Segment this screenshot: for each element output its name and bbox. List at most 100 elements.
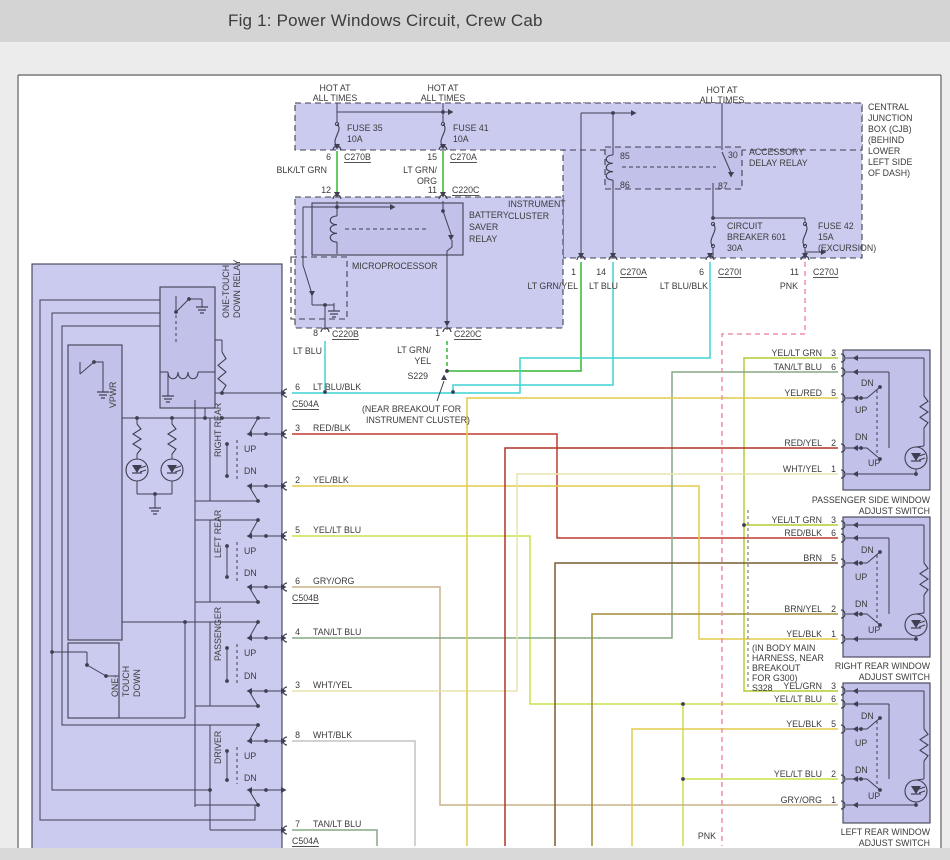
junction-dot bbox=[264, 739, 268, 743]
label-c270a: C270A bbox=[450, 152, 477, 162]
label-lt-blu: LT BLU bbox=[293, 346, 322, 356]
junction-dot bbox=[859, 777, 863, 781]
label-up: UP bbox=[855, 572, 867, 582]
label-down-relay: DOWN RELAY bbox=[232, 259, 242, 318]
label-c220b: C220B bbox=[332, 329, 359, 339]
label-15: 15 bbox=[427, 152, 437, 162]
label-microprocessor: MICROPROCESSOR bbox=[352, 261, 438, 271]
junction-dot bbox=[225, 442, 229, 446]
junction-dot bbox=[208, 788, 212, 792]
label-6: 6 bbox=[831, 694, 836, 704]
label-6: 6 bbox=[295, 382, 300, 392]
junction-dot bbox=[174, 310, 178, 314]
label-one-: ONE- bbox=[110, 675, 120, 697]
label-2: 2 bbox=[831, 769, 836, 779]
label-circuit: CIRCUIT bbox=[727, 221, 763, 231]
label-5: 5 bbox=[831, 719, 836, 729]
label-5: 5 bbox=[831, 388, 836, 398]
label-battery: BATTERY bbox=[469, 210, 509, 220]
label-6: 6 bbox=[326, 152, 331, 162]
label-breaker-601: BREAKER 601 bbox=[727, 232, 786, 242]
junction-dot bbox=[135, 416, 139, 420]
label-yel-blk: YEL/BLK bbox=[786, 629, 822, 639]
label-85: 85 bbox=[620, 151, 630, 161]
label-yel-blk: YEL/BLK bbox=[786, 719, 822, 729]
label-red-blk: RED/BLK bbox=[313, 423, 351, 433]
label-1: 1 bbox=[831, 464, 836, 474]
label-2: 2 bbox=[831, 604, 836, 614]
label-fuse-41: FUSE 41 bbox=[453, 123, 489, 133]
label-wht-blk: WHT/BLK bbox=[313, 730, 352, 740]
junction-dot bbox=[441, 110, 445, 114]
label-3: 3 bbox=[831, 681, 836, 691]
label-hot-at: HOT AT bbox=[428, 83, 460, 93]
junction-dot bbox=[859, 612, 863, 616]
label-14: 14 bbox=[596, 267, 606, 277]
label-touch: TOUCH bbox=[121, 666, 131, 697]
label-2: 2 bbox=[831, 438, 836, 448]
label-lt-grn-: LT GRN/ bbox=[403, 165, 437, 175]
label-11: 11 bbox=[790, 267, 799, 277]
label--near-breakout-for: (NEAR BREAKOUT FOR bbox=[362, 404, 461, 414]
label-8: 8 bbox=[295, 730, 300, 740]
junction-dot bbox=[681, 777, 685, 781]
label-up: UP bbox=[244, 751, 256, 761]
label-c270i: C270I bbox=[718, 267, 741, 277]
label-blk-lt-grn: BLK/LT GRN bbox=[276, 165, 327, 175]
label-adjust-switch: ADJUST SWITCH bbox=[859, 672, 930, 682]
junction-dot bbox=[85, 663, 89, 667]
label-adjust-switch: ADJUST SWITCH bbox=[859, 838, 930, 848]
label-driver: DRIVER bbox=[213, 731, 223, 764]
label-6: 6 bbox=[699, 267, 704, 277]
wiring-diagram: HOT ATALL TIMESHOT ATALL TIMESHOT ATALL … bbox=[0, 74, 950, 860]
label-up: UP bbox=[244, 444, 256, 454]
label-6: 6 bbox=[295, 576, 300, 586]
label-10a: 10A bbox=[347, 134, 363, 144]
label-fuse-35: FUSE 35 bbox=[347, 123, 383, 133]
label-c270b: C270B bbox=[344, 152, 371, 162]
junction-dot bbox=[611, 111, 615, 115]
label-lower: LOWER bbox=[868, 146, 900, 156]
junction-dot bbox=[225, 778, 229, 782]
junction-dot bbox=[225, 544, 229, 548]
junction-dot bbox=[451, 390, 455, 394]
label-30a: 30A bbox=[727, 243, 743, 253]
bottom-crop-strip bbox=[0, 848, 950, 860]
junction-dot bbox=[335, 205, 339, 209]
label-brn-yel: BRN/YEL bbox=[784, 604, 822, 614]
label-dn: DN bbox=[244, 568, 257, 578]
label-instrument-cluster-: INSTRUMENT CLUSTER) bbox=[366, 415, 470, 425]
label-accessory: ACCESSORY bbox=[749, 147, 804, 157]
label-gry-org: GRY/ORG bbox=[781, 795, 823, 805]
label-breakout: BREAKOUT bbox=[752, 663, 801, 673]
label-central: CENTRAL bbox=[868, 102, 909, 112]
label-passenger: PASSENGER bbox=[213, 607, 223, 661]
junction-dot bbox=[445, 369, 449, 373]
label--in-body-main: (IN BODY MAIN bbox=[752, 643, 815, 653]
label-1: 1 bbox=[571, 267, 576, 277]
junction-dot bbox=[153, 492, 157, 496]
label-c220c: C220C bbox=[452, 185, 480, 195]
junction-dot bbox=[441, 209, 445, 213]
label-right-rear-window: RIGHT REAR WINDOW bbox=[835, 661, 931, 671]
label-red-blk: RED/BLK bbox=[784, 528, 822, 538]
label-yel-lt-blu: YEL/LT BLU bbox=[774, 769, 822, 779]
label-pnk: PNK bbox=[698, 831, 716, 841]
label-30: 30 bbox=[728, 150, 738, 160]
label-c270a: C270A bbox=[620, 267, 647, 277]
junction-dot bbox=[681, 702, 685, 706]
junction-dot bbox=[203, 416, 207, 420]
label-1: 1 bbox=[831, 795, 836, 805]
label-up: UP bbox=[244, 648, 256, 658]
label-up: UP bbox=[868, 791, 880, 801]
label-lt-blu-blk: LT BLU/BLK bbox=[313, 382, 361, 392]
label-left-rear: LEFT REAR bbox=[213, 510, 223, 558]
label-all-times: ALL TIMES bbox=[700, 95, 745, 105]
label-yel: YEL bbox=[414, 356, 431, 366]
junction-dot bbox=[225, 679, 229, 683]
junction-dot bbox=[859, 561, 863, 565]
label-yel-red: YEL/RED bbox=[784, 388, 822, 398]
junction-dot bbox=[187, 297, 191, 301]
junction-dot bbox=[742, 523, 746, 527]
label-adjust-switch: ADJUST SWITCH bbox=[859, 506, 930, 516]
